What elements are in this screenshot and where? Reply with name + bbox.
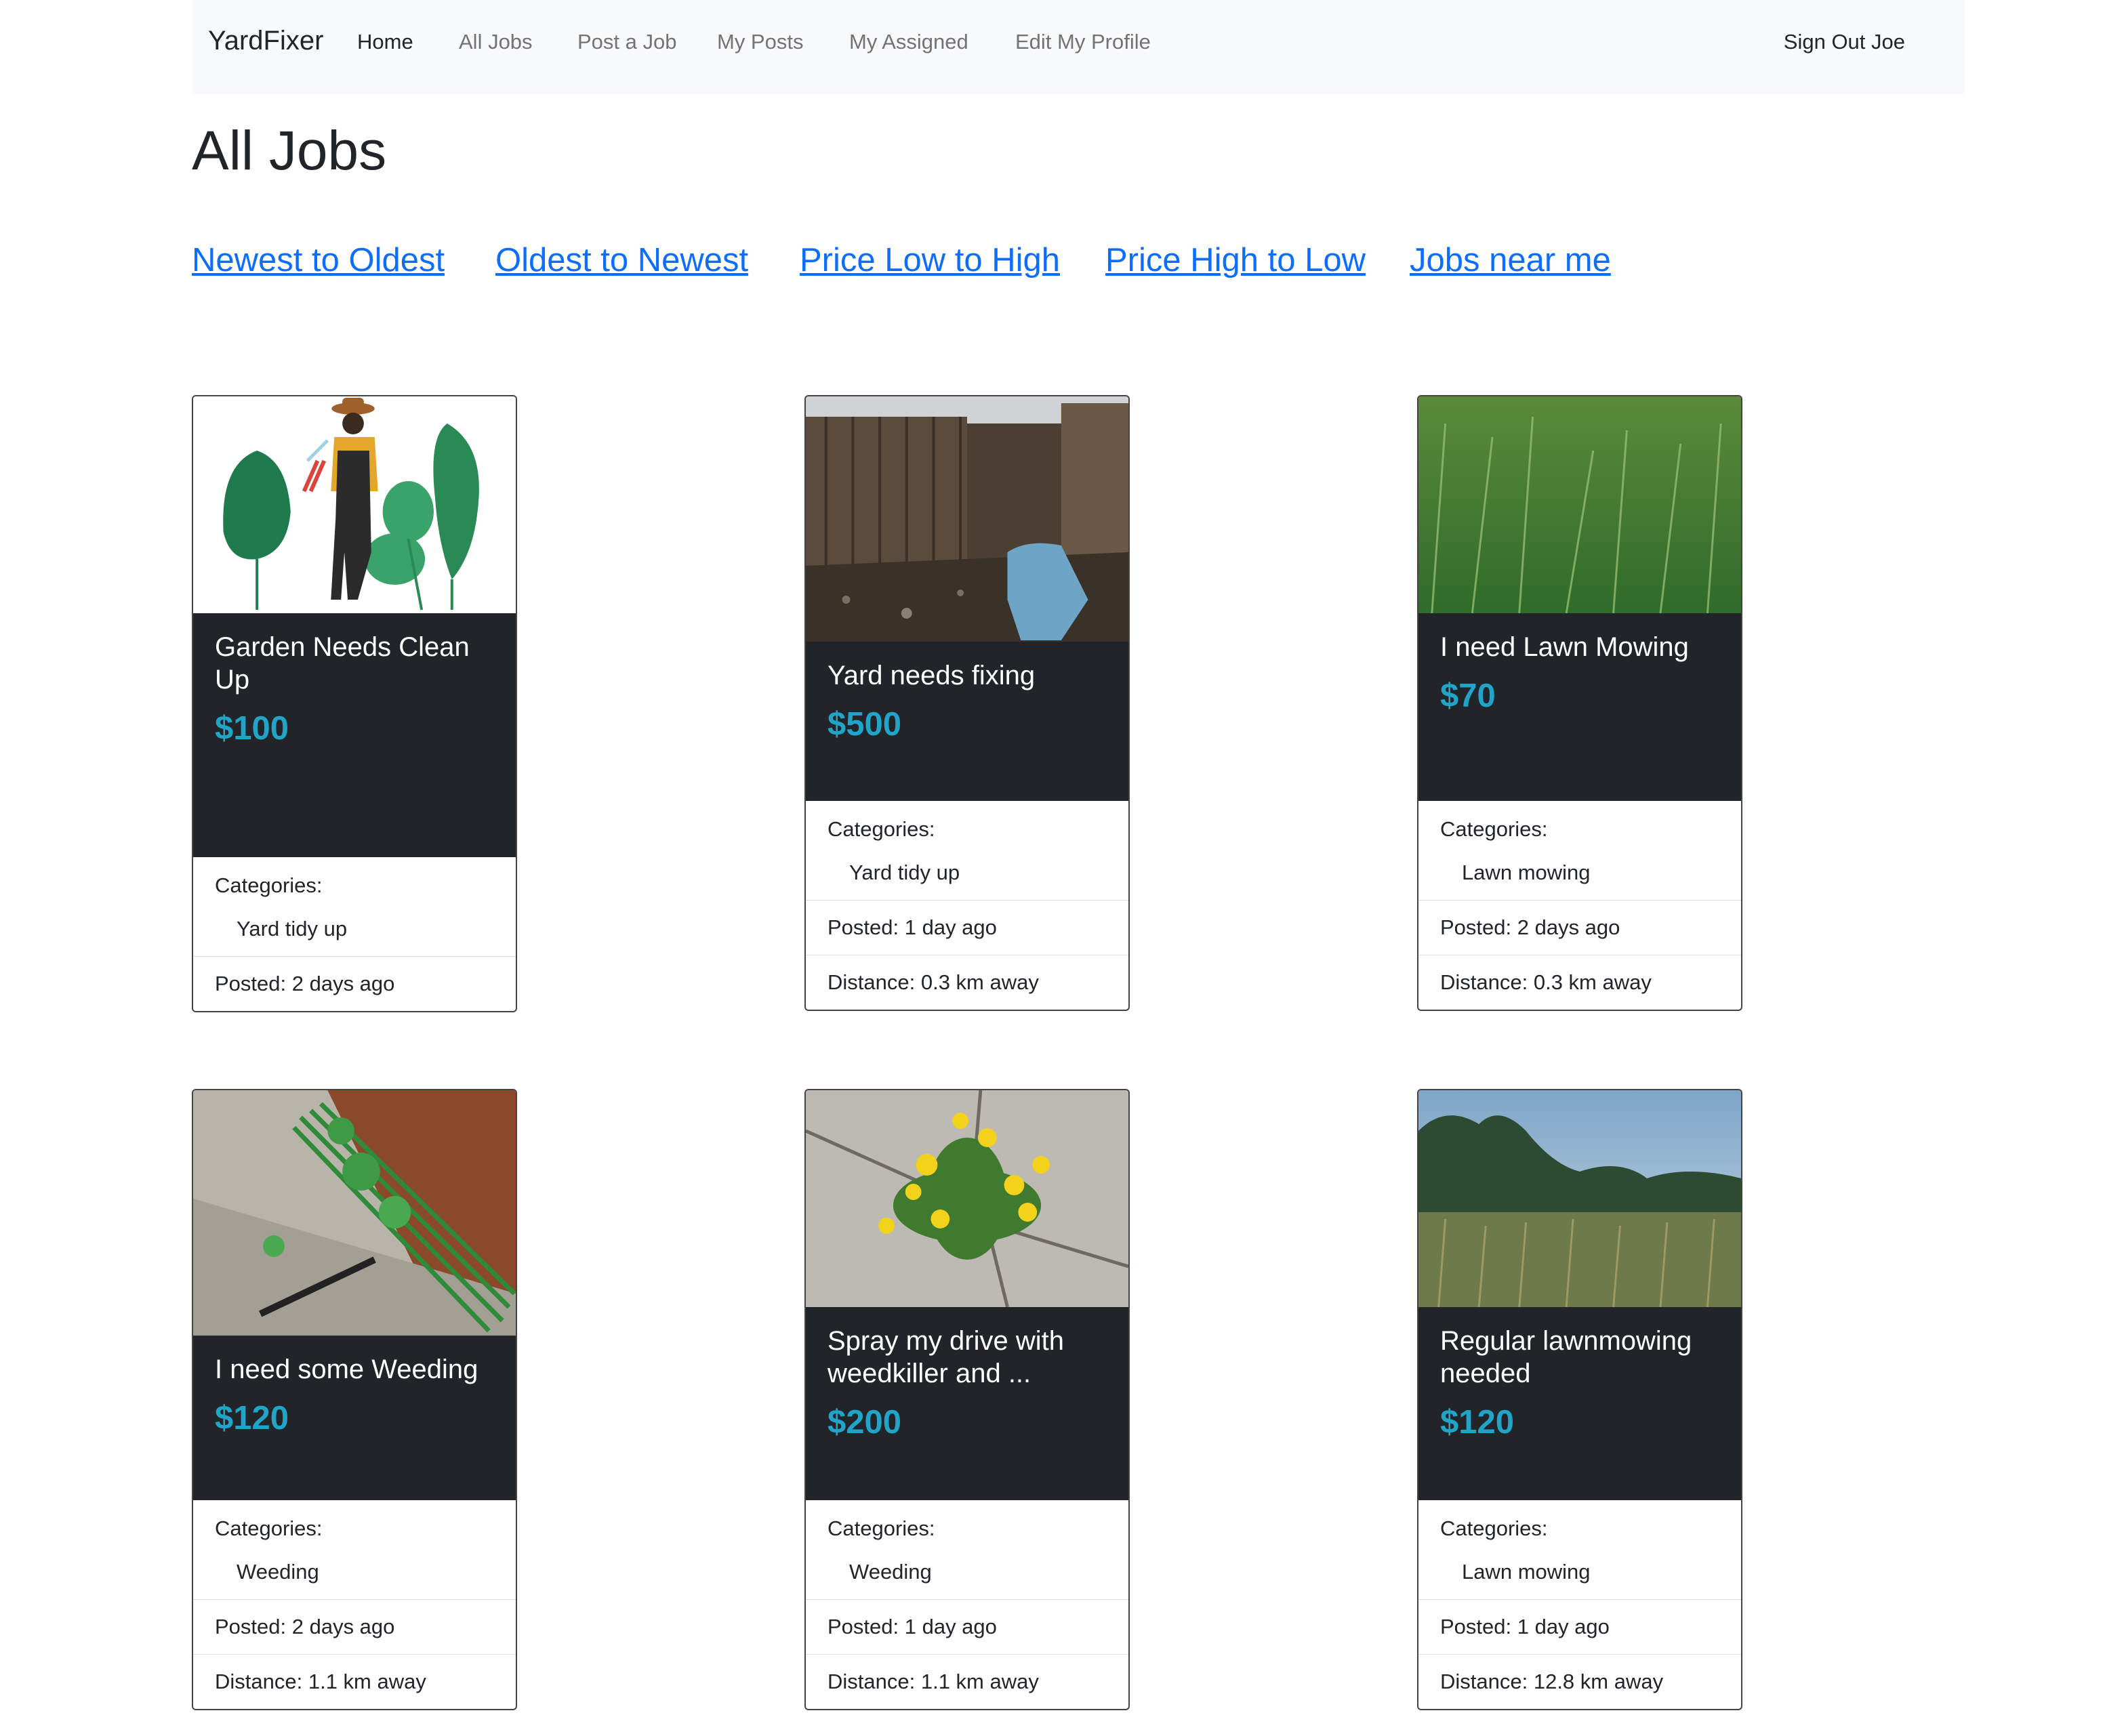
job-card-body: Yard needs fixing $500: [806, 642, 1128, 801]
nav-all-jobs[interactable]: All Jobs: [459, 30, 533, 54]
job-categories: Categories: Yard tidy up: [806, 801, 1128, 901]
nav-home[interactable]: Home: [357, 30, 413, 54]
category-tag: Weeding: [237, 1560, 319, 1584]
job-price: $120: [215, 1400, 289, 1437]
job-card[interactable]: I need some Weeding $120 Categories: Wee…: [192, 1089, 517, 1710]
categories-label: Categories:: [215, 1516, 323, 1540]
weeds-path-photo: [193, 1090, 516, 1336]
categories-label: Categories:: [827, 817, 935, 841]
job-categories: Categories: Weeding: [806, 1500, 1128, 1600]
sort-price-low-to-high[interactable]: Price Low to High: [800, 241, 1060, 279]
job-price: $100: [215, 710, 289, 747]
category-tag: Lawn mowing: [1462, 861, 1591, 884]
job-card[interactable]: Yard needs fixing $500 Categories: Yard …: [804, 395, 1130, 1011]
job-card-body: Garden Needs Clean Up $100: [193, 613, 516, 857]
sign-out-button[interactable]: Sign Out Joe: [1784, 30, 1905, 54]
nav-my-posts[interactable]: My Posts: [717, 30, 803, 54]
job-card-body: Regular lawnmowing needed $120: [1418, 1307, 1741, 1500]
job-image: [193, 396, 516, 613]
job-price: $70: [1440, 678, 1496, 714]
categories-label: Categories:: [215, 873, 323, 897]
nav-post-a-job[interactable]: Post a Job: [577, 30, 676, 54]
job-categories: Categories: Lawn mowing: [1418, 1500, 1741, 1600]
job-title[interactable]: Spray my drive with weedkiller and ...: [827, 1325, 1107, 1390]
job-categories: Categories: Yard tidy up: [193, 857, 516, 957]
sort-jobs-near-me[interactable]: Jobs near me: [1410, 241, 1611, 279]
job-distance: Distance: 0.3 km away: [827, 970, 1039, 994]
job-price: $120: [1440, 1404, 1515, 1441]
meadow-photo: [1418, 1090, 1741, 1307]
job-posted: Posted: 1 day ago: [806, 1600, 1128, 1655]
dandelion-photo: [806, 1090, 1128, 1307]
job-categories: Categories: Lawn mowing: [1418, 801, 1741, 901]
category-tag: Weeding: [849, 1560, 932, 1584]
job-image: [1418, 396, 1741, 613]
job-image: [806, 396, 1128, 642]
job-distance: Distance: 0.3 km away: [1440, 970, 1652, 994]
job-card-body: Spray my drive with weedkiller and ... $…: [806, 1307, 1128, 1500]
job-image: [806, 1090, 1128, 1307]
brand-logo[interactable]: YardFixer: [208, 26, 323, 56]
sort-newest-to-oldest[interactable]: Newest to Oldest: [192, 241, 445, 279]
job-card[interactable]: I need Lawn Mowing $70 Categories: Lawn …: [1417, 395, 1742, 1011]
job-posted: Posted: 2 days ago: [193, 1600, 516, 1655]
sort-price-high-to-low[interactable]: Price High to Low: [1105, 241, 1366, 279]
job-card-body: I need Lawn Mowing $70: [1418, 613, 1741, 801]
job-price: $200: [827, 1404, 902, 1441]
navbar: YardFixer Home All Jobs Post a Job My Po…: [192, 0, 1965, 94]
job-image: [1418, 1090, 1741, 1307]
gardener-illustration: [193, 396, 516, 613]
categories-label: Categories:: [1440, 817, 1548, 841]
category-tag: Lawn mowing: [1462, 1560, 1591, 1584]
page-title: All Jobs: [192, 120, 387, 182]
sort-oldest-to-newest[interactable]: Oldest to Newest: [495, 241, 748, 279]
nav-my-assigned[interactable]: My Assigned: [849, 30, 968, 54]
job-card-body: I need some Weeding $120: [193, 1336, 516, 1500]
job-categories: Categories: Weeding: [193, 1500, 516, 1600]
job-title[interactable]: Yard needs fixing: [827, 659, 1107, 692]
job-title[interactable]: Regular lawnmowing needed: [1440, 1325, 1719, 1390]
job-image: [193, 1090, 516, 1336]
job-posted: Posted: 2 days ago: [1418, 901, 1741, 955]
job-distance: Distance: 12.8 km away: [1440, 1670, 1664, 1693]
job-posted: Posted: 1 day ago: [806, 901, 1128, 955]
category-tag: Yard tidy up: [849, 861, 960, 884]
categories-label: Categories:: [827, 1516, 935, 1540]
fence-yard-photo: [806, 396, 1128, 642]
job-card[interactable]: Regular lawnmowing needed $120 Categorie…: [1417, 1089, 1742, 1710]
job-title[interactable]: I need some Weeding: [215, 1353, 494, 1386]
job-title[interactable]: I need Lawn Mowing: [1440, 631, 1719, 663]
nav-edit-profile[interactable]: Edit My Profile: [1015, 30, 1151, 54]
job-distance: Distance: 1.1 km away: [215, 1670, 426, 1693]
job-price: $500: [827, 706, 902, 743]
job-posted: Posted: 1 day ago: [1418, 1600, 1741, 1655]
job-title[interactable]: Garden Needs Clean Up: [215, 631, 494, 696]
job-card[interactable]: Spray my drive with weedkiller and ... $…: [804, 1089, 1130, 1710]
long-grass-photo: [1418, 396, 1741, 613]
categories-label: Categories:: [1440, 1516, 1548, 1540]
job-posted: Posted: 2 days ago: [215, 972, 395, 995]
job-distance: Distance: 1.1 km away: [827, 1670, 1039, 1693]
job-card[interactable]: Garden Needs Clean Up $100 Categories: Y…: [192, 395, 517, 1012]
category-tag: Yard tidy up: [237, 917, 348, 941]
